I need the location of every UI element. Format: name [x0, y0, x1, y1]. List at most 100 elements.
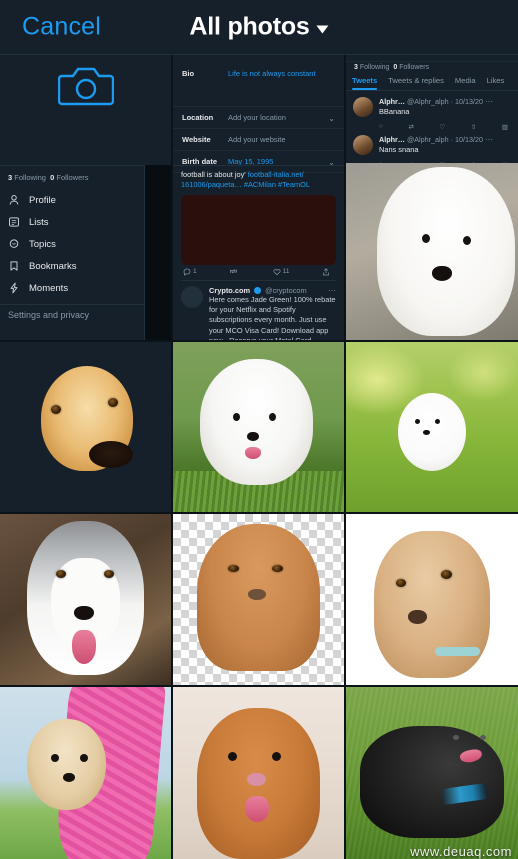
- retweet-icon[interactable]: ⇄: [408, 123, 413, 131]
- sidebar-item-lists[interactable]: Lists: [0, 211, 144, 233]
- tab-tweets-replies[interactable]: Tweets & replies: [388, 76, 444, 90]
- tweet-media: [181, 194, 336, 265]
- more-options-icon[interactable]: ···: [328, 286, 336, 295]
- sidebar-item-label: Topics: [29, 238, 56, 250]
- bio-field[interactable]: Bio Life is not always constant: [173, 63, 344, 107]
- list-item[interactable]: Alphr… @Alphr_alph · 10/13/20 ··· BBanan…: [346, 91, 518, 120]
- list-item[interactable]: Alphr… @Alphr_alph · 10/13/20 ··· Nans s…: [346, 133, 518, 158]
- retweet-action[interactable]: [229, 268, 240, 276]
- hashtag-teamol[interactable]: #TeamOL: [278, 180, 310, 189]
- more-options-icon[interactable]: ···: [485, 97, 493, 106]
- bio-value: Life is not always constant: [228, 69, 316, 78]
- tweet-actions: 1 11: [181, 267, 336, 280]
- bookmark-icon: [10, 261, 18, 271]
- tweet-body: BBanana: [379, 107, 410, 116]
- tweet-meta: Alphr… @Alphr_alph · 10/13/20 ···: [379, 97, 493, 106]
- hashtag-acmilan[interactable]: #ACMilan: [244, 180, 276, 189]
- tweet-body: Nans snana: [379, 145, 419, 154]
- sidebar-item-bookmarks[interactable]: Bookmarks: [0, 255, 144, 277]
- verified-badge-icon: [254, 286, 262, 294]
- tweet-text: football is about joy' football-italia.n…: [181, 170, 336, 190]
- heart-icon: [273, 269, 281, 276]
- followers-label: Followers: [399, 64, 430, 71]
- thumb-profile-edit-screenshot[interactable]: Bio Life is not always constant Location…: [173, 55, 344, 340]
- follow-counts: 3 Following 0 Followers: [0, 173, 144, 189]
- website-field[interactable]: Website Add your website: [173, 129, 344, 151]
- avatar: [181, 285, 203, 308]
- avatar: [353, 135, 373, 155]
- profile-tabs: Tweets Tweets & replies Media Likes: [346, 76, 518, 91]
- photo-vizsla-transparent[interactable]: [173, 514, 344, 685]
- photo-dog-pink-bag[interactable]: [0, 687, 171, 859]
- sidebar-item-label: Moments: [29, 282, 69, 294]
- analytics-icon[interactable]: ▥: [502, 123, 508, 131]
- heart-icon[interactable]: ♡: [439, 123, 445, 131]
- photo-grid: 3 Following 0 Followers Profile Lists To…: [0, 55, 518, 859]
- bio-label: Bio: [182, 69, 195, 78]
- sidebar-item-topics[interactable]: Topics: [0, 233, 144, 255]
- tweet-actions: ○ ⇄ ♡ ⇧ ▥: [346, 120, 518, 133]
- photo-golden-dog[interactable]: [0, 342, 171, 512]
- reply-action[interactable]: 1: [183, 268, 197, 276]
- header-bar: Cancel All photos: [0, 0, 518, 55]
- reply-icon: [183, 268, 191, 276]
- tweet-date: 10/13/20: [455, 97, 483, 106]
- followers-count: 0: [393, 64, 398, 71]
- photo-retriever-puppy[interactable]: [173, 687, 344, 859]
- album-selector[interactable]: All photos: [189, 12, 329, 42]
- photo-beagle-white[interactable]: [346, 514, 518, 685]
- photo-black-staffie[interactable]: www.deuaq.com: [346, 687, 518, 859]
- samoyed-closeup-photo: [346, 163, 518, 340]
- account-handle: @Alphr_alph: [406, 97, 449, 106]
- tweet-line: football is about joy': [181, 170, 246, 179]
- tweet-link-cont[interactable]: 161006/paqueta…: [181, 180, 242, 189]
- tab-tweets[interactable]: Tweets: [352, 76, 378, 90]
- avatar: [353, 97, 373, 117]
- chevron-down-icon: [316, 25, 329, 33]
- camera-cell[interactable]: 3 Following 0 Followers Profile Lists To…: [0, 55, 171, 340]
- account-name: Alphr…: [379, 97, 405, 106]
- account-handle: @Alphr_alph: [406, 135, 449, 144]
- photo-picker-screen: Cancel All photos 3 Following 0 Follower…: [0, 0, 518, 859]
- sidebar-item-profile[interactable]: Profile: [0, 189, 144, 211]
- account-name: Alphr…: [379, 135, 405, 144]
- tab-media[interactable]: Media: [455, 76, 476, 90]
- like-action[interactable]: 11: [273, 268, 290, 276]
- tweet-link[interactable]: football-italia.net/: [248, 170, 304, 179]
- promo-account-name: Crypto.com: [209, 285, 251, 295]
- thumb-edge-shadow: [145, 165, 171, 340]
- more-options-icon[interactable]: ···: [485, 135, 493, 144]
- thumb-sidebar-screenshot[interactable]: 3 Following 0 Followers Profile Lists To…: [0, 165, 145, 340]
- photo-samoyed-grass[interactable]: [173, 342, 344, 512]
- sidebar-item-moments[interactable]: Moments: [0, 277, 144, 299]
- following-count: 3: [354, 64, 358, 71]
- following-count: 3: [8, 173, 13, 182]
- website-placeholder: Add your website: [228, 135, 286, 144]
- promo-tweet-body: Here comes Jade Green! 100% rebate for y…: [209, 294, 336, 340]
- promoted-tweet[interactable]: Crypto.com @cryptocom ··· Here comes Jad…: [181, 279, 336, 340]
- sidebar-item-label: Bookmarks: [29, 260, 77, 272]
- camera-icon: [57, 67, 114, 106]
- sidebar-item-settings[interactable]: Settings and privacy: [0, 304, 144, 320]
- like-count: 11: [282, 268, 290, 276]
- photo-pomeranian-grass[interactable]: [346, 342, 518, 512]
- sidebar-item-label: Lists: [29, 216, 49, 228]
- tweet-date: 10/13/20: [455, 135, 483, 144]
- follow-counts: 3 Following 0 Followers: [346, 62, 518, 76]
- location-field[interactable]: Location Add your location ⌄: [173, 107, 344, 129]
- share-icon[interactable]: ⇧: [471, 123, 476, 131]
- moments-icon: [10, 282, 18, 294]
- thumb-profile-tabs-screenshot[interactable]: 3 Following 0 Followers Tweets Tweets & …: [346, 55, 518, 340]
- page-title: All photos: [189, 12, 310, 41]
- reply-count: 1: [193, 268, 197, 276]
- photo-husky[interactable]: [0, 514, 171, 685]
- tab-likes[interactable]: Likes: [487, 76, 505, 90]
- sidebar-item-label: Profile: [29, 194, 56, 206]
- location-placeholder: Add your location: [228, 113, 286, 122]
- cancel-button[interactable]: Cancel: [22, 13, 101, 42]
- share-action[interactable]: [322, 268, 330, 276]
- reply-icon[interactable]: ○: [379, 123, 383, 131]
- followers-label: Followers: [56, 173, 89, 182]
- location-label: Location: [182, 113, 214, 122]
- following-label: Following: [14, 173, 46, 182]
